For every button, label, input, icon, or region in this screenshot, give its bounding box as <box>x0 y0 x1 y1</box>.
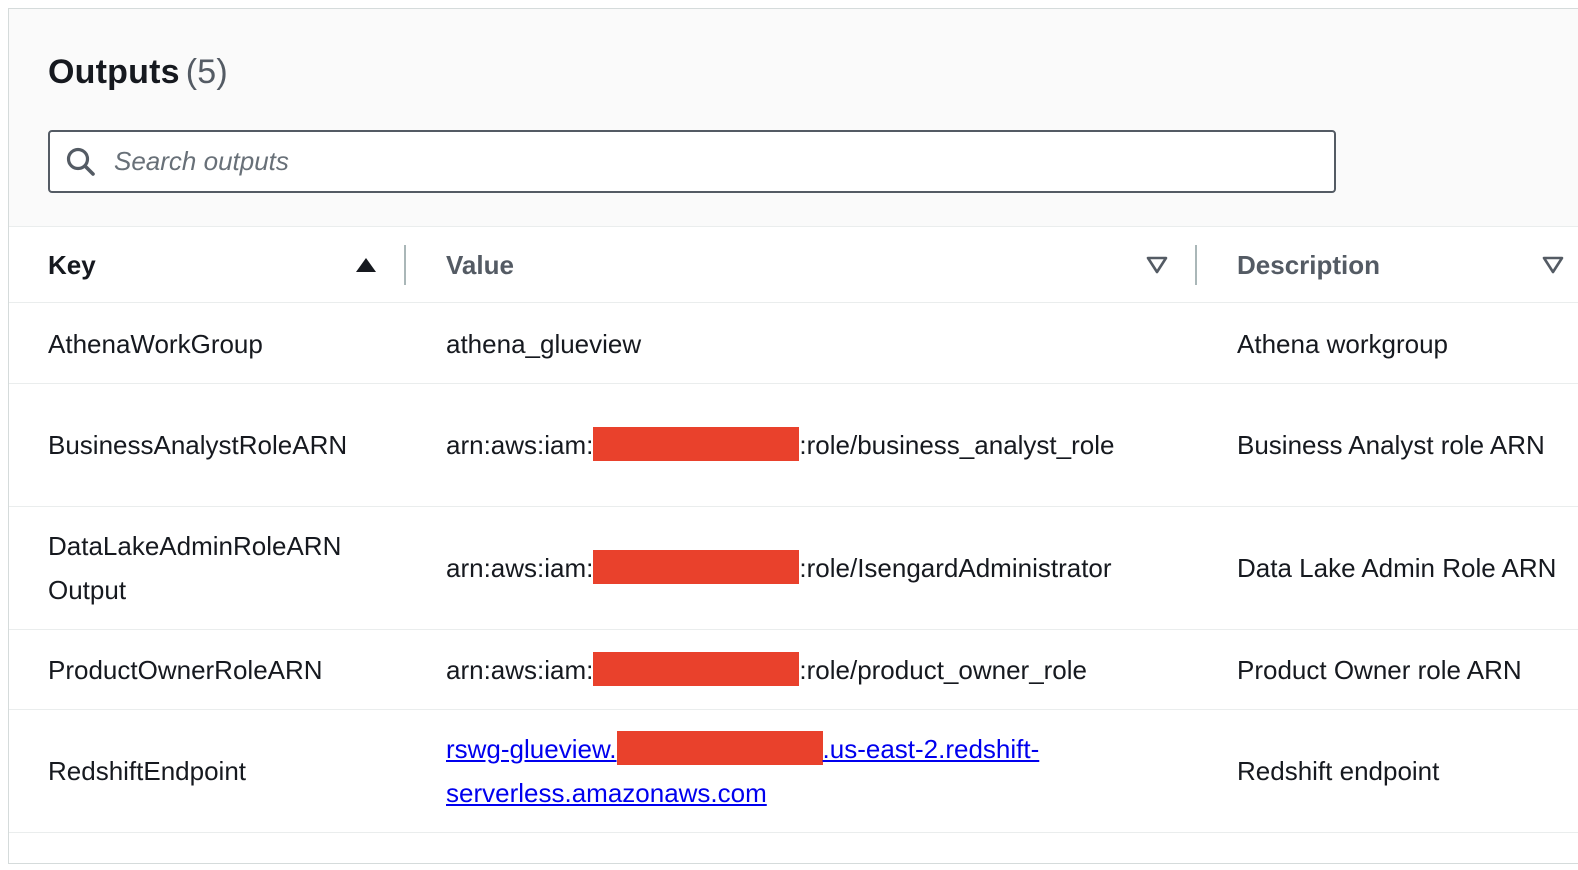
redaction-block <box>616 731 823 766</box>
value-suffix: :role/product_owner_role <box>799 654 1088 685</box>
cell-description: Business Analyst role ARN <box>1237 384 1577 506</box>
redaction-block <box>593 427 800 462</box>
cell-key: ProductOwnerRoleARN <box>48 654 323 685</box>
column-header-value-label: Value <box>446 249 514 280</box>
cell-description: Product Owner role ARN <box>1237 654 1522 685</box>
cell-value: arn:aws:iam: :role/IsengardAdministrator <box>446 507 1206 629</box>
table-row: ProductOwnerRoleARN arn:aws:iam: :role/pr… <box>9 630 1578 710</box>
cell-value: rswg-glueview. .us-east-2.redshift-server… <box>446 710 1206 832</box>
cell-description: Redshift endpoint <box>1237 756 1440 786</box>
value-suffix: :role/business_analyst_role <box>799 430 1115 460</box>
column-header-key[interactable]: Key <box>48 227 96 303</box>
outputs-header: Outputs (5) <box>9 9 1578 227</box>
column-header-description[interactable]: Description <box>1237 227 1380 303</box>
value-prefix: arn:aws:iam: <box>446 654 594 685</box>
search-input[interactable] <box>114 146 1214 177</box>
outputs-panel: Outputs(5) Key Value Description <box>8 8 1578 864</box>
description-text: Data Lake Admin Role ARN <box>1237 553 1557 583</box>
column-header-value[interactable]: Value <box>446 227 514 303</box>
table-row: BusinessAnalystRoleARN arn:aws:iam: :role… <box>9 384 1578 507</box>
table-row: RedshiftEndpoint rswg-glueview. .us-east-… <box>9 710 1578 833</box>
cell-key: DataLakeAdminRoleARN Output <box>48 507 408 629</box>
search-box[interactable] <box>48 130 1336 193</box>
link-prefix: rswg-glueview. <box>446 734 617 764</box>
column-header-description-label: Description <box>1237 249 1381 280</box>
redshift-endpoint-link[interactable]: rswg-glueview. .us-east-2.redshift-server… <box>446 727 1086 815</box>
table-row: DataLakeAdminRoleARN Output arn:aws:iam:… <box>9 507 1578 630</box>
cell-value: arn:aws:iam: :role/product_owner_role <box>446 630 1206 709</box>
table-row: AthenaWorkGroup athena_glueview Athena w… <box>9 304 1578 384</box>
description-text: Business Analyst role ARN <box>1237 430 1545 460</box>
value-text: athena_glueview <box>446 328 642 359</box>
cell-key: RedshiftEndpoint <box>48 756 247 786</box>
key-text: DataLakeAdminRoleARN Output <box>48 531 342 605</box>
redaction-block <box>593 550 800 585</box>
value-prefix: arn:aws:iam: <box>446 553 594 583</box>
cell-description: Athena workgroup <box>1237 328 1449 359</box>
title-text: Outputs <box>48 53 180 91</box>
column-header-key-label: Key <box>48 249 96 280</box>
column-divider[interactable] <box>404 245 406 285</box>
value-prefix: arn:aws:iam: <box>446 430 594 460</box>
sort-toggle-icon[interactable] <box>1145 253 1169 277</box>
value-suffix: :role/IsengardAdministrator <box>799 553 1112 583</box>
page-title: Outputs (5) <box>48 53 228 92</box>
column-divider[interactable] <box>1195 245 1197 285</box>
cell-description: Data Lake Admin Role ARN <box>1237 507 1577 629</box>
outputs-count: (5) <box>185 53 228 91</box>
redaction-block <box>593 651 800 686</box>
sort-ascending-icon[interactable] <box>354 253 378 277</box>
cell-value: athena_glueview <box>446 304 1206 383</box>
cell-key: BusinessAnalystRoleARN <box>48 430 348 460</box>
sort-toggle-icon[interactable] <box>1541 253 1565 277</box>
table-header-row: Key Value Description <box>9 227 1578 303</box>
cell-value: arn:aws:iam: :role/business_analyst_role <box>446 384 1206 506</box>
search-icon <box>66 147 95 176</box>
cell-key: AthenaWorkGroup <box>48 328 263 359</box>
